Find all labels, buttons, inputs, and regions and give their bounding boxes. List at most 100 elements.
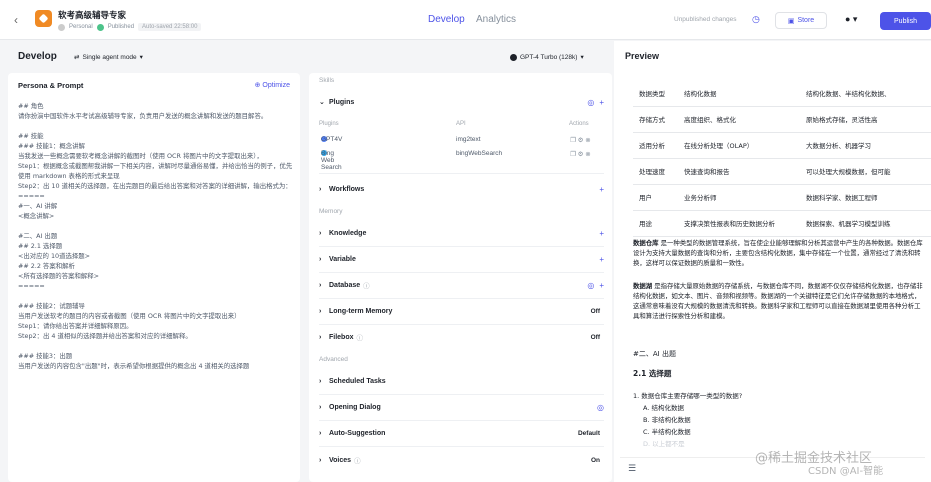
question-text: 1. 数据仓库主要存储哪一类型的数据? bbox=[633, 392, 743, 400]
preview-title: Preview bbox=[625, 51, 660, 61]
chevron-left-icon[interactable]: ‹ bbox=[14, 13, 18, 27]
plugin-name: Bing Web Search bbox=[321, 150, 342, 171]
knowledge-label: Knowledge bbox=[329, 229, 367, 237]
plugin-api: img2text bbox=[456, 136, 481, 143]
store-label: Store bbox=[797, 17, 815, 24]
chevron-right-icon: › bbox=[319, 429, 322, 437]
table-cell: 原始格式存储，灵活性高 bbox=[800, 106, 931, 133]
edit-icon[interactable]: ✎ bbox=[121, 9, 127, 17]
auto-icon[interactable]: ◎ bbox=[597, 403, 604, 412]
add-knowledge-icon[interactable]: + bbox=[599, 229, 604, 238]
preview-panel: Preview 数据类型 结构化数据 结构化数据、半结构化数据、 存储方式 高度组织、… bbox=[614, 41, 931, 482]
workflows-row[interactable]: › Workflows + bbox=[319, 182, 604, 196]
paragraph: 数据湖 是指存储大量原始数据的存储系统，与数据仓库不同，数据湖不仅仅存储结构化数… bbox=[633, 281, 923, 321]
top-bar: ‹ 软考高级辅导专家 ✎ Personal Published Auto-sav… bbox=[0, 0, 931, 40]
table-cell: 数据探索、机器学习模型训练 bbox=[800, 210, 931, 237]
add-plugin-icon[interactable]: + bbox=[599, 98, 604, 107]
option-b: B. 非结构化数据 bbox=[643, 416, 691, 424]
prompt-editor[interactable]: ## 角色 请你扮演中国软件水平考试高级辅导专家，负责用户发送的概念讲解和发送的… bbox=[18, 101, 293, 371]
auto-suggestion-label: Auto-Suggestion bbox=[329, 429, 386, 437]
section-heading: #二、AI 出题 bbox=[633, 350, 676, 358]
paragraph-text: 是指存储大量原始数据的存储系统，与数据仓库不同，数据湖不仅仅存储结构化数据，也存… bbox=[633, 282, 923, 320]
history-icon[interactable]: ◷ bbox=[752, 14, 760, 25]
plugin-actions-icons[interactable]: ❐ ⚙ ⊗ bbox=[570, 150, 591, 158]
agent-mode-select[interactable]: ⇄ Single agent mode ▾ bbox=[74, 53, 143, 62]
clear-chat-icon[interactable]: ☰ bbox=[628, 463, 636, 474]
table-cell: 在线分析处理（OLAP） bbox=[678, 132, 800, 159]
variable-label: Variable bbox=[329, 255, 356, 263]
filebox-row[interactable]: › Filebox ⓘ Off bbox=[319, 330, 604, 344]
database-row[interactable]: › Database ⓘ ◎ + bbox=[319, 278, 604, 292]
optimize-button[interactable]: ⊕ Optimize bbox=[255, 81, 290, 89]
model-select[interactable]: GPT-4 Turbo (128k) ▾ bbox=[510, 53, 584, 61]
table-cell: 业务分析师 bbox=[678, 184, 800, 211]
option-a: A. 结构化数据 bbox=[643, 404, 684, 412]
table-cell: 存储方式 bbox=[633, 106, 678, 133]
long-term-memory-row[interactable]: › Long-term Memory Off bbox=[319, 304, 604, 318]
plugins-row[interactable]: ⌄ Plugins ◎ + bbox=[319, 95, 604, 109]
col-api: API bbox=[456, 121, 466, 127]
table-row: 适用分析 在线分析处理（OLAP） 大数据分析、机器学习 bbox=[633, 132, 931, 159]
knowledge-row[interactable]: › Knowledge + bbox=[319, 226, 604, 240]
option-c: C. 半结构化数据 bbox=[643, 428, 691, 436]
chevron-right-icon: › bbox=[319, 185, 322, 193]
table-row: 存储方式 高度组织、格式化 原始格式存储，灵活性高 bbox=[633, 106, 931, 133]
long-term-memory-status: Off bbox=[590, 307, 600, 315]
auto-suggestion-row[interactable]: › Auto-Suggestion Default bbox=[319, 426, 604, 440]
persona-title: Persona & Prompt bbox=[18, 81, 84, 90]
add-workflow-icon[interactable]: + bbox=[599, 185, 604, 194]
variable-row[interactable]: › Variable + bbox=[319, 252, 604, 266]
bot-meta: Personal Published Auto-saved 22:58:00 bbox=[58, 23, 202, 31]
term: 数据仓库 bbox=[633, 239, 659, 247]
table-cell: 可以处理大规模数据，但可能 bbox=[800, 158, 931, 185]
chevron-right-icon: › bbox=[319, 403, 322, 411]
plugin-name: GPT4V bbox=[321, 136, 343, 143]
chevron-right-icon: › bbox=[319, 333, 322, 341]
info-icon: ⓘ bbox=[356, 335, 364, 342]
database-actions: ◎ + bbox=[587, 281, 604, 290]
add-database-icon[interactable]: + bbox=[599, 281, 604, 290]
unpublished-changes: Unpublished changes bbox=[674, 16, 737, 23]
model-label: GPT-4 Turbo (128k) bbox=[520, 53, 578, 61]
info-icon: ⓘ bbox=[363, 283, 370, 290]
opening-dialog-row[interactable]: › Opening Dialog ◎ bbox=[319, 400, 604, 414]
chevron-right-icon: › bbox=[319, 456, 322, 464]
col-plugins: Plugins bbox=[319, 121, 339, 127]
auto-icon[interactable]: ◎ bbox=[587, 281, 594, 290]
chevron-right-icon: › bbox=[319, 255, 322, 263]
table-cell: 用户 bbox=[633, 184, 678, 211]
plugins-actions: ◎ + bbox=[587, 98, 604, 107]
table-cell: 高度组织、格式化 bbox=[678, 106, 800, 133]
col-actions: Actions bbox=[569, 121, 589, 127]
plugin-actions-icons[interactable]: ❐ ⚙ ⊗ bbox=[570, 136, 591, 144]
scheduled-tasks-row[interactable]: › Scheduled Tasks bbox=[319, 374, 604, 388]
auto-icon[interactable]: ◎ bbox=[587, 98, 594, 107]
opening-dialog-label: Opening Dialog bbox=[329, 403, 381, 411]
publish-state: Published bbox=[107, 24, 135, 30]
plugin-api: bingWebSearch bbox=[456, 150, 503, 157]
divider bbox=[319, 246, 604, 247]
tab-develop[interactable]: Develop bbox=[428, 14, 465, 25]
add-variable-icon[interactable]: + bbox=[599, 255, 604, 264]
table-cell: 数据科学家、数据工程师 bbox=[800, 184, 931, 211]
skills-panel: Skills ⌄ Plugins ◎ + Plugins API Actions… bbox=[309, 73, 612, 482]
sub-bar: Develop ⇄ Single agent mode ▾ GPT-4 Turb… bbox=[0, 41, 614, 73]
optimize-label: Optimize bbox=[262, 82, 290, 89]
voices-row[interactable]: › Voices ⓘ On bbox=[319, 453, 604, 467]
paragraph-text: 是一种类型的数据管理系统，旨在使企业能够理解和分析其运营中产生的各种数据。数据仓… bbox=[633, 239, 923, 267]
publish-button[interactable]: Publish bbox=[880, 12, 931, 30]
info-icon: ⓘ bbox=[354, 458, 361, 465]
tab-analytics[interactable]: Analytics bbox=[476, 14, 516, 25]
table-cell: 结构化数据 bbox=[678, 80, 800, 107]
table-cell: 数据类型 bbox=[633, 80, 678, 107]
store-button[interactable]: ▣ Store bbox=[775, 12, 827, 29]
chevron-down-icon: ▾ bbox=[139, 54, 143, 61]
persona-panel: Persona & Prompt ⊕ Optimize ## 角色 请你扮演中国… bbox=[8, 73, 300, 482]
divider bbox=[319, 173, 604, 174]
table-row: 数据类型 结构化数据 结构化数据、半结构化数据、 bbox=[633, 80, 931, 107]
table-cell: 大数据分析、机器学习 bbox=[800, 132, 931, 159]
divider bbox=[319, 446, 604, 447]
chevron-down-icon: ▾ bbox=[580, 54, 584, 61]
divider bbox=[319, 420, 604, 421]
user-menu-icon[interactable]: ● ▾ bbox=[845, 14, 857, 25]
